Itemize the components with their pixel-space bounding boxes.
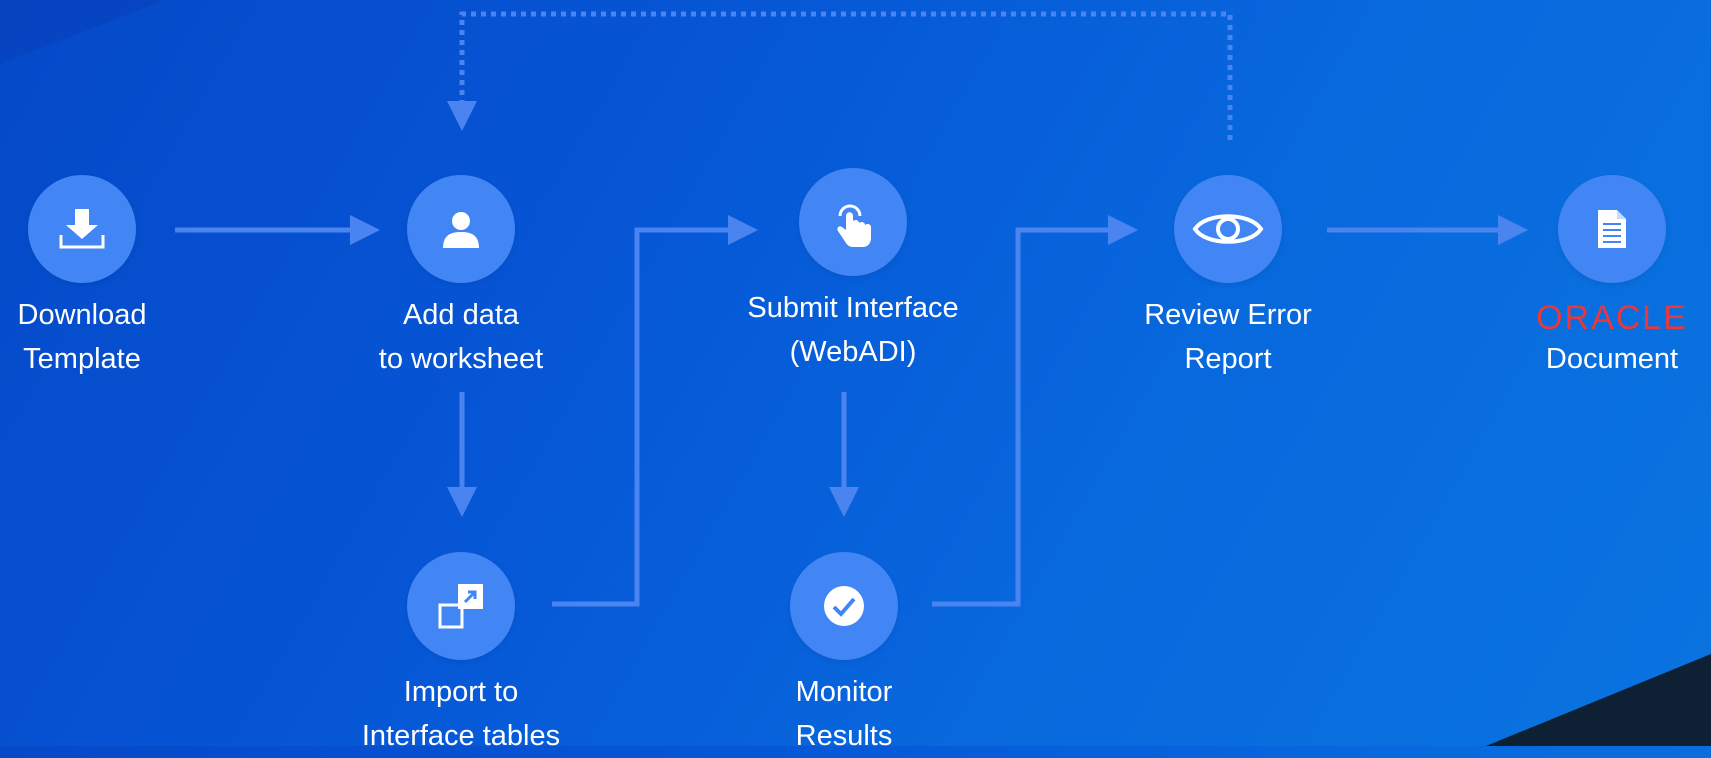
add-data-circle	[407, 175, 515, 283]
node-monitor-results: Monitor Results	[714, 552, 974, 758]
label-line: Template	[23, 343, 141, 375]
loop-review-to-add-data	[447, 11, 1233, 140]
label-line: Interface tables	[361, 720, 561, 752]
monitor-circle	[790, 552, 898, 660]
check-icon	[824, 586, 864, 626]
node-label: Document	[1482, 337, 1711, 381]
node-add-data: Add data to worksheet	[331, 175, 591, 381]
label-line: Results	[795, 720, 893, 752]
document-icon	[1598, 210, 1626, 248]
node-submit-interface: Submit Interface (WebADI)	[723, 168, 983, 374]
node-label: Review Error Report	[1098, 293, 1358, 381]
label-line: to worksheet	[378, 343, 544, 375]
node-label: Download Template	[0, 293, 212, 381]
node-label: Submit Interface (WebADI)	[723, 286, 983, 374]
node-review-error-report: Review Error Report	[1098, 175, 1358, 381]
label-line: Import to	[403, 676, 519, 708]
label-line: Monitor	[795, 676, 893, 708]
label-line: Add data	[402, 299, 520, 331]
review-circle	[1174, 175, 1282, 283]
tap-icon	[837, 204, 871, 247]
label-line: Download	[17, 299, 147, 331]
document-circle	[1558, 175, 1666, 283]
user-icon	[443, 212, 479, 248]
label-line: Report	[1184, 343, 1272, 375]
node-label: Monitor Results	[714, 670, 974, 758]
download-icon	[59, 209, 105, 249]
import-icon	[438, 584, 483, 629]
node-label: Import to Interface tables	[331, 670, 591, 758]
node-label: Add data to worksheet	[331, 293, 591, 381]
import-circle	[407, 552, 515, 660]
download-circle	[28, 175, 136, 283]
node-import-interface-tables: Import to Interface tables	[331, 552, 591, 758]
oracle-logo: ORACLE	[1536, 299, 1688, 337]
label-line: Document	[1545, 343, 1679, 375]
label-line: Review Error	[1144, 299, 1312, 331]
node-download-template: Download Template	[0, 175, 212, 381]
label-line: (WebADI)	[789, 336, 917, 368]
node-oracle-document: ORACLE Document	[1482, 175, 1711, 381]
eye-icon	[1192, 214, 1264, 244]
label-line: Submit Interface	[747, 292, 959, 324]
submit-circle	[799, 168, 907, 276]
